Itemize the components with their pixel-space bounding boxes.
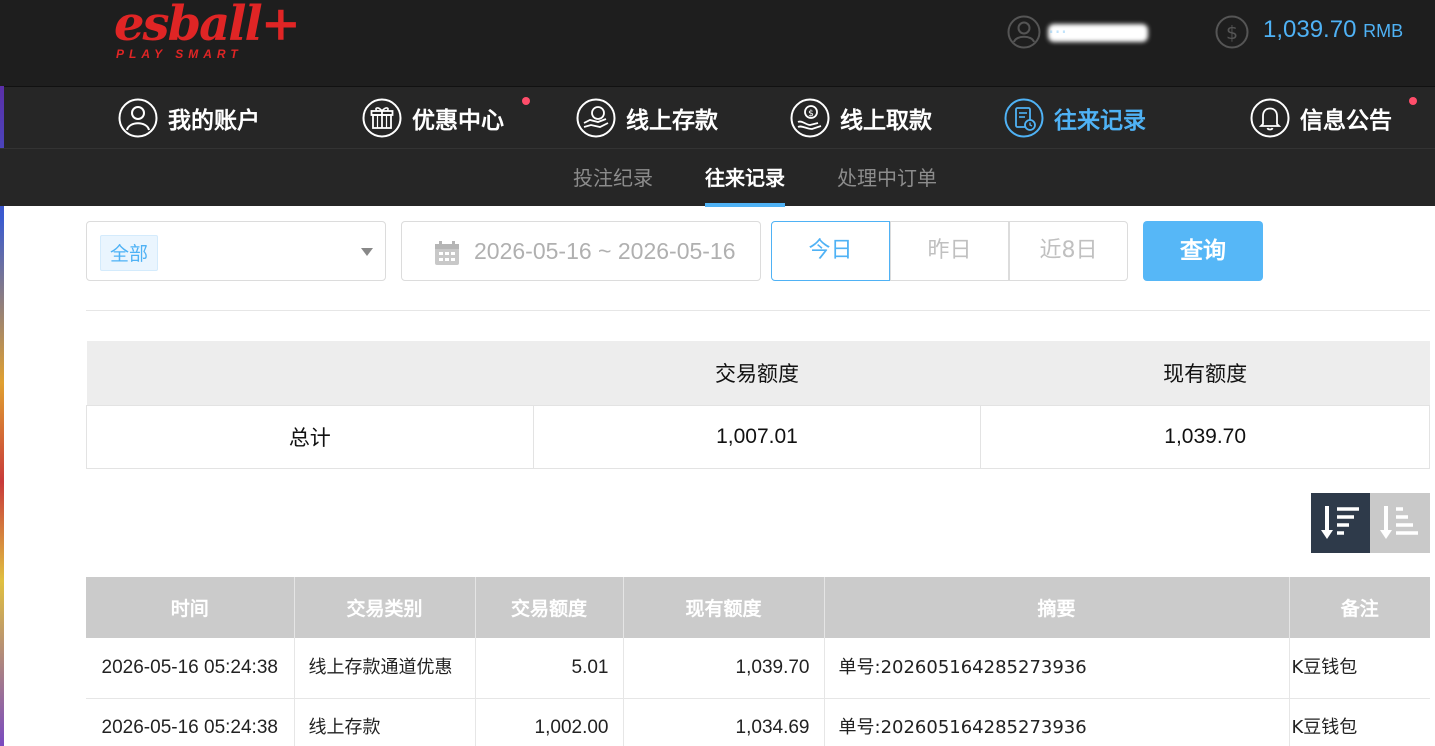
sort-ascending-button[interactable]: [1370, 493, 1430, 553]
top-header: esball+ PLAY SMART ··· $ 1,039.70 RMB: [0, 0, 1435, 86]
balance-currency: RMB: [1363, 21, 1404, 41]
deposit-icon: [576, 98, 616, 138]
nav-label: 我的账户: [168, 108, 260, 134]
logo-text: esball+: [114, 0, 301, 52]
divider: [86, 310, 1430, 311]
username-text: ···: [1048, 20, 1068, 44]
nav-label: 往来记录: [1054, 108, 1146, 134]
announcements-badge-dot: [1409, 97, 1417, 105]
sort-ascending-icon: [1380, 506, 1418, 539]
main-nav: 我的账户 优惠中心 线上存款 $ 线上取款 往来记录 信息公告: [0, 86, 1435, 148]
promotions-badge-dot: [522, 97, 530, 105]
sub-nav: 投注纪录 往来记录 处理中订单: [0, 148, 1435, 207]
page: esball+ PLAY SMART ··· $ 1,039.70 RMB 我的…: [0, 0, 1435, 746]
balance-amount: 1,039.70: [1263, 16, 1357, 43]
summary-header-cell: 现有额度: [1163, 362, 1248, 386]
tab-transaction-records[interactable]: 往来记录: [705, 149, 785, 207]
records-icon: [1004, 98, 1044, 138]
nav-label: 信息公告: [1300, 108, 1392, 134]
chevron-down-icon: [361, 248, 373, 256]
bell-icon: [1250, 98, 1290, 138]
cell-amount: 5.01: [475, 638, 624, 699]
cell-time: 2026-05-16 05:24:38: [86, 698, 295, 746]
summary-total-row: 总计 1,007.01 1,039.70: [86, 404, 1430, 469]
tab-pending-orders[interactable]: 处理中订单: [837, 149, 937, 207]
nav-item-announcements[interactable]: 信息公告: [1250, 87, 1392, 149]
cell-summary: 单号:202605164285273936: [824, 638, 1290, 699]
dollar-coin-icon: $: [1215, 15, 1249, 49]
summary-header-row: 交易额度 现有额度: [86, 341, 1430, 405]
withdraw-icon: $: [790, 98, 830, 138]
column-header-note[interactable]: 备注: [1289, 577, 1430, 638]
date-range-value: 2026-05-16 ~ 2026-05-16: [474, 238, 736, 264]
cell-balance: 1,039.70: [623, 638, 825, 699]
column-header-amount[interactable]: 交易额度: [475, 577, 624, 638]
cell-summary: 单号:202605164285273936: [824, 698, 1290, 746]
records-table: 时间 交易类别 交易额度 现有额度 摘要 备注 2026-05-16 05:24…: [86, 577, 1430, 746]
cell-amount: 1,002.00: [475, 698, 624, 746]
range-last8days-button[interactable]: 近8日: [1009, 221, 1128, 281]
records-header-row: 时间 交易类别 交易额度 现有额度 摘要 备注: [86, 577, 1430, 638]
nav-label: 优惠中心: [412, 108, 504, 134]
date-range-picker[interactable]: 2026-05-16 ~ 2026-05-16: [401, 221, 761, 281]
table-row[interactable]: 2026-05-16 05:24:38 线上存款 1,002.00 1,034.…: [86, 698, 1430, 746]
calendar-icon: [435, 241, 459, 265]
gift-icon: [362, 98, 402, 138]
nav-item-promotions[interactable]: 优惠中心: [362, 87, 504, 149]
cell-time: 2026-05-16 05:24:38: [86, 638, 295, 699]
sort-descending-icon: [1321, 506, 1359, 539]
balance-display: 1,039.70 RMB: [1263, 16, 1403, 44]
site-logo[interactable]: esball+ PLAY SMART: [114, 0, 301, 68]
summary-header-cell: 交易额度: [714, 362, 799, 386]
nav-item-my-account[interactable]: 我的账户: [118, 87, 260, 149]
summary-cell: 总计: [86, 404, 534, 469]
type-select[interactable]: 全部: [86, 221, 386, 281]
nav-item-records[interactable]: 往来记录: [1004, 87, 1146, 149]
query-button[interactable]: 查询: [1143, 221, 1263, 281]
cell-type: 线上存款: [294, 698, 476, 746]
svg-text:$: $: [808, 109, 814, 119]
username-masked: ···: [1048, 20, 1148, 46]
nav-item-deposit[interactable]: 线上存款: [576, 87, 718, 149]
cell-note: K豆钱包: [1289, 638, 1430, 699]
table-row[interactable]: 2026-05-16 05:24:38 线上存款通道优惠 5.01 1,039.…: [86, 638, 1430, 699]
logo-tagline: PLAY SMART: [116, 47, 243, 61]
cell-balance: 1,034.69: [623, 698, 825, 746]
column-header-type[interactable]: 交易类别: [294, 577, 476, 638]
cell-type: 线上存款通道优惠: [294, 638, 476, 699]
cell-note: K豆钱包: [1289, 698, 1430, 746]
summary-cell: 1,039.70: [980, 404, 1430, 469]
summary-header-cell: [87, 341, 534, 405]
user-circle-icon: [118, 98, 158, 138]
user-icon[interactable]: [1007, 15, 1041, 49]
nav-label: 线上取款: [840, 108, 932, 134]
svg-text:$: $: [1226, 22, 1238, 44]
summary-cell: 1,007.01: [532, 404, 982, 469]
column-header-balance[interactable]: 现有额度: [623, 577, 825, 638]
sort-descending-button[interactable]: [1311, 493, 1370, 553]
column-header-time[interactable]: 时间: [86, 577, 295, 638]
nav-label: 线上存款: [626, 108, 718, 134]
nav-item-withdraw[interactable]: $ 线上取款: [790, 87, 932, 149]
tab-bet-records[interactable]: 投注纪录: [573, 149, 653, 207]
range-today-button[interactable]: 今日: [771, 221, 890, 281]
column-header-summary[interactable]: 摘要: [824, 577, 1290, 638]
summary-table: 交易额度 现有额度 总计 1,007.01 1,039.70: [86, 341, 1430, 469]
type-select-value: 全部: [100, 235, 159, 271]
range-yesterday-button[interactable]: 昨日: [890, 221, 1009, 281]
